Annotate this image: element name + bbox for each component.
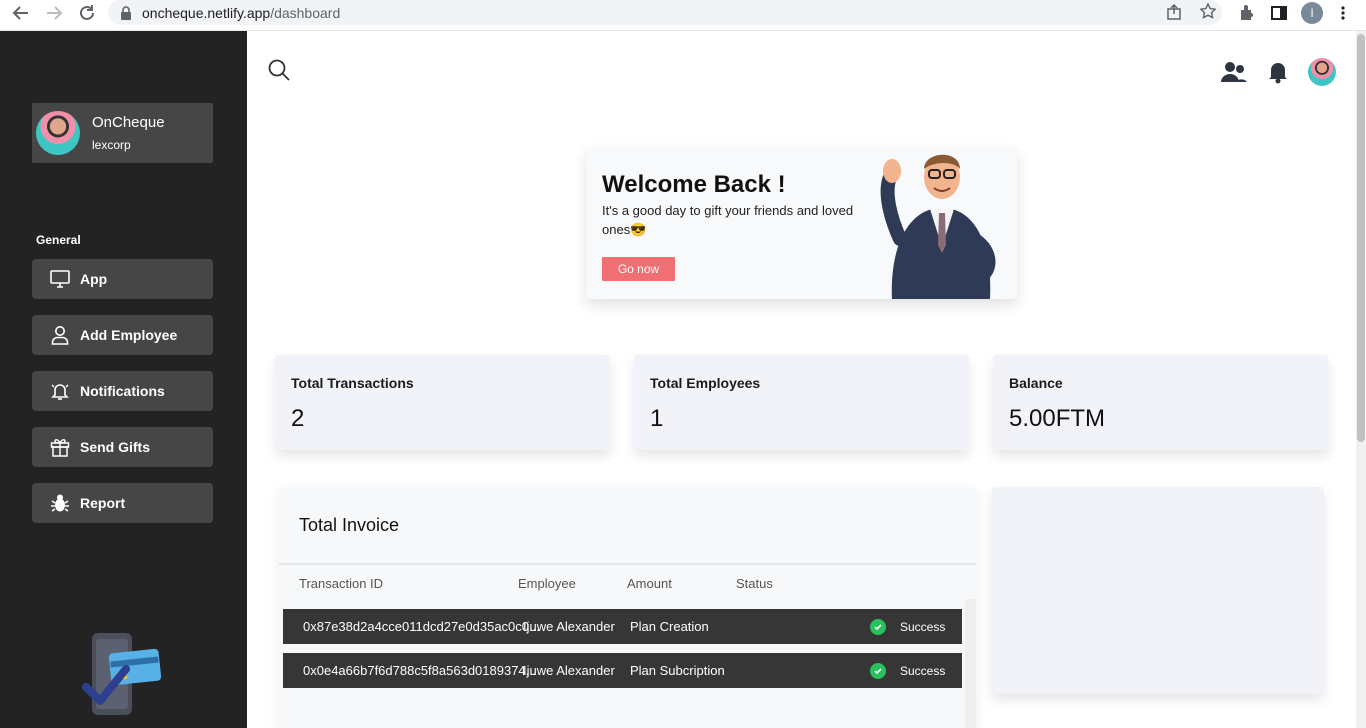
main-content: Welcome Back ! It's a good day to gift y… bbox=[247, 31, 1356, 728]
stat-card-transactions: Total Transactions 2 bbox=[275, 355, 610, 450]
star-icon[interactable] bbox=[1199, 2, 1217, 22]
address-bar[interactable]: oncheque.netlify.app/dashboard bbox=[108, 0, 1222, 25]
bell-icon bbox=[50, 381, 70, 401]
extensions-icon[interactable] bbox=[1238, 0, 1256, 25]
transaction-id: 0x0e4a66b7f6d788c5f8a563d0189374... bbox=[303, 663, 537, 678]
sidebar-item-report[interactable]: Report bbox=[32, 483, 213, 523]
welcome-subtitle: It's a good day to gift your friends and… bbox=[602, 203, 854, 237]
column-header-employee: Employee bbox=[518, 576, 576, 591]
transaction-id: 0x87e38d2a4cce011dcd27e0d35ac0c0... bbox=[303, 619, 540, 634]
amount: Plan Subcription bbox=[630, 663, 725, 678]
url-path: /dashboard bbox=[270, 4, 341, 21]
table-row[interactable]: 0x0e4a66b7f6d788c5f8a563d0189374... Ijuw… bbox=[283, 653, 962, 688]
url-domain: oncheque.netlify.app bbox=[142, 4, 271, 21]
phone-card-illustration bbox=[82, 633, 162, 715]
table-scrollbar[interactable] bbox=[965, 599, 976, 728]
search-icon[interactable] bbox=[268, 59, 290, 86]
user-avatar[interactable] bbox=[1308, 57, 1336, 87]
status-badge: Success bbox=[900, 620, 946, 634]
bell-icon[interactable] bbox=[1267, 57, 1289, 87]
column-header-transaction-id: Transaction ID bbox=[299, 576, 384, 591]
sidebar: OnCheque lexcorp General App Add Employe… bbox=[0, 31, 247, 728]
monitor-icon bbox=[50, 269, 70, 289]
sidebar-item-label: Add Employee bbox=[80, 327, 178, 343]
stat-value: 5.00FTM bbox=[1009, 405, 1106, 432]
stat-label: Total Transactions bbox=[291, 375, 414, 391]
column-header-status: Status bbox=[736, 576, 773, 591]
profile-card[interactable]: OnCheque lexcorp bbox=[32, 103, 213, 163]
back-icon[interactable] bbox=[11, 3, 31, 23]
stat-label: Total Employees bbox=[650, 375, 761, 391]
stat-value: 1 bbox=[650, 405, 664, 432]
amount: Plan Creation bbox=[630, 619, 709, 634]
divider bbox=[279, 563, 976, 565]
lock-icon bbox=[120, 5, 132, 20]
page-scrollbar-thumb[interactable] bbox=[1357, 34, 1365, 442]
side-panel bbox=[992, 487, 1324, 694]
stat-value: 2 bbox=[291, 405, 305, 432]
bug-icon bbox=[50, 493, 70, 513]
stat-label: Balance bbox=[1009, 375, 1063, 391]
forward-icon[interactable] bbox=[44, 3, 64, 23]
sidebar-item-app[interactable]: App bbox=[32, 259, 213, 299]
stat-card-balance: Balance 5.00FTM bbox=[993, 355, 1328, 450]
gift-icon bbox=[50, 437, 70, 457]
check-icon bbox=[870, 619, 886, 635]
employee-name: Ijuwe Alexander bbox=[523, 619, 615, 634]
browser-profile-initial: I bbox=[1301, 1, 1323, 24]
employee-name: Ijuwe Alexander bbox=[523, 663, 615, 678]
table-row[interactable]: 0x87e38d2a4cce011dcd27e0d35ac0c0... Ijuw… bbox=[283, 609, 962, 644]
sidebar-item-label: Notifications bbox=[80, 383, 165, 399]
section-label-general: General bbox=[36, 233, 81, 247]
avatar bbox=[36, 111, 80, 155]
users-icon[interactable] bbox=[1221, 57, 1247, 87]
browser-menu-icon[interactable] bbox=[1340, 0, 1346, 25]
browser-toolbar: oncheque.netlify.app/dashboard I bbox=[0, 0, 1366, 31]
stat-card-employees: Total Employees 1 bbox=[634, 355, 969, 450]
sidebar-item-add-employee[interactable]: Add Employee bbox=[32, 315, 213, 355]
browser-profile-avatar[interactable]: I bbox=[1301, 0, 1323, 25]
side-panel-icon[interactable] bbox=[1271, 0, 1287, 25]
reload-icon[interactable] bbox=[77, 3, 97, 23]
welcome-card: Welcome Back ! It's a good day to gift y… bbox=[586, 147, 1017, 299]
sidebar-item-send-gifts[interactable]: Send Gifts bbox=[32, 427, 213, 467]
sidebar-item-label: Send Gifts bbox=[80, 439, 151, 455]
sidebar-item-notifications[interactable]: Notifications bbox=[32, 371, 213, 411]
go-now-button[interactable]: Go now bbox=[602, 257, 675, 281]
share-icon[interactable] bbox=[1166, 3, 1182, 23]
sidebar-item-label: Report bbox=[80, 495, 126, 511]
profile-org: lexcorp bbox=[92, 138, 131, 152]
sidebar-item-label: App bbox=[80, 271, 108, 287]
check-icon bbox=[870, 663, 886, 679]
profile-name: OnCheque bbox=[92, 114, 165, 131]
user-icon bbox=[50, 325, 70, 345]
waving-businessman-illustration bbox=[880, 154, 996, 299]
invoice-title: Total Invoice bbox=[299, 515, 400, 535]
welcome-title: Welcome Back ! bbox=[602, 171, 786, 198]
invoice-card: Total Invoice Transaction ID Employee Am… bbox=[279, 487, 976, 728]
column-header-amount: Amount bbox=[627, 576, 672, 591]
status-badge: Success bbox=[900, 664, 946, 678]
